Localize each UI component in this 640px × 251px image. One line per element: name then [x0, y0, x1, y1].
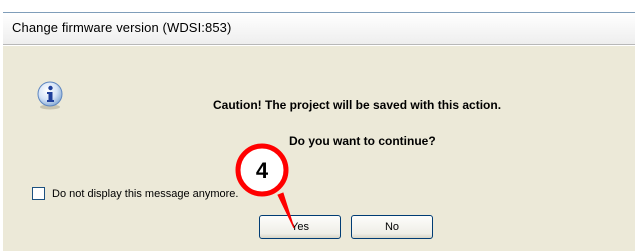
no-button-label: No — [384, 221, 400, 233]
dialog-title: Change firmware version (WDSI:853) — [12, 20, 232, 35]
continue-question: Do you want to continue? — [289, 134, 436, 148]
info-icon — [37, 81, 63, 110]
yes-button[interactable]: Yes — [259, 215, 341, 239]
no-button[interactable]: No — [351, 215, 433, 239]
dont-show-checkbox[interactable] — [32, 187, 45, 200]
yes-button-label: Yes — [291, 221, 309, 233]
dialog-body: Caution! The project will be saved with … — [3, 46, 635, 251]
dont-show-row[interactable]: Do not display this message anymore. — [32, 187, 238, 200]
title-bar[interactable]: Change firmware version (WDSI:853) — [3, 12, 635, 45]
caution-message: Caution! The project will be saved with … — [213, 98, 502, 112]
dont-show-label[interactable]: Do not display this message anymore. — [52, 188, 238, 200]
change-firmware-dialog: Change firmware version (WDSI:853) Cauti… — [0, 0, 640, 251]
